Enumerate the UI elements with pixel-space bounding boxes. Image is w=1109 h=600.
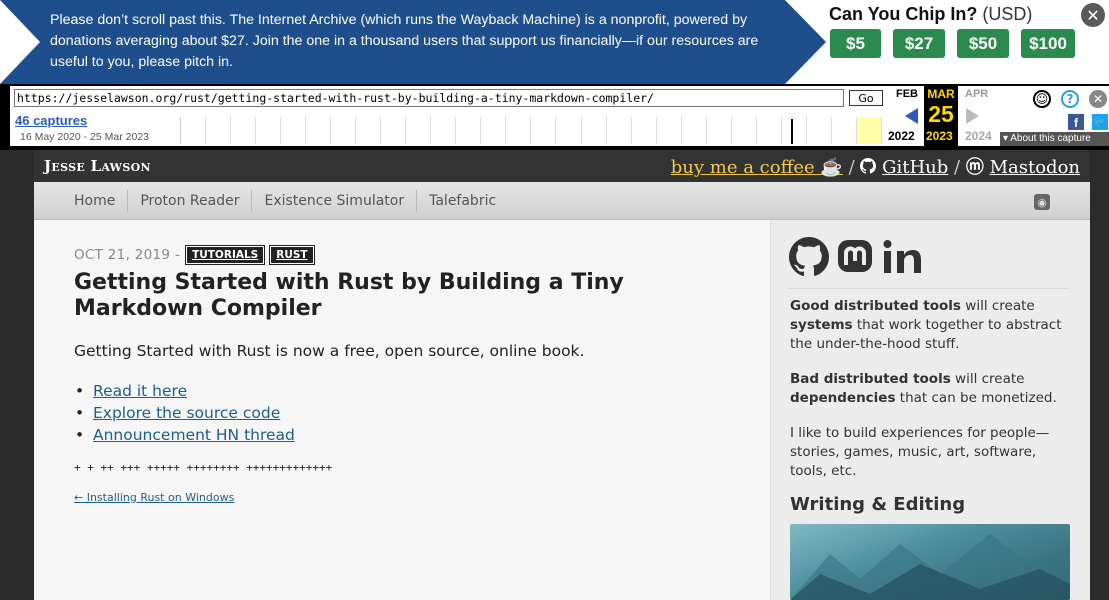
next-month: APR	[965, 88, 989, 100]
sidebar-paragraph-3: I like to build experiences for people—s…	[790, 425, 1050, 479]
mastodon-link[interactable]: Mastodon	[990, 157, 1080, 178]
header-separator-2: /	[954, 157, 961, 178]
donation-ask: Can You Chip In? (USD)	[829, 4, 1032, 25]
about-capture-button[interactable]: ▾ About this capture	[1000, 132, 1109, 146]
buy-coffee-link[interactable]: buy me a coffee ☕	[671, 157, 843, 178]
post-date: OCT 21, 2019 -	[74, 247, 181, 263]
list-item: Explore the source code	[75, 402, 295, 424]
post-links: Read it here Explore the source code Ann…	[75, 380, 295, 446]
facebook-icon[interactable]: f	[1068, 114, 1084, 130]
nav-item-proton-reader[interactable]: Proton Reader	[128, 190, 253, 212]
donation-message: Please don’t scroll past this. The Inter…	[50, 12, 759, 70]
plus-divider: + + ++ +++ +++++ ++++++++ +++++++++++++	[74, 461, 333, 474]
prev-month-link[interactable]: FEB	[896, 88, 918, 100]
nav-item-existence-simulator[interactable]: Existence Simulator	[252, 190, 418, 212]
next-year: 2024	[965, 129, 992, 143]
tag-tutorials[interactable]: TUTORIALS	[185, 245, 266, 265]
close-toolbar-icon[interactable]: ✕	[1089, 90, 1107, 108]
wayback-url-input[interactable]: https://jesselawson.org/rust/getting-sta…	[14, 89, 844, 107]
sidebar-paragraph-2: Bad distributed tools will create depend…	[790, 371, 1057, 406]
site-header: Jesse Lawson buy me a coffee ☕ / GitHub …	[34, 150, 1090, 182]
github-link[interactable]: GitHub	[882, 157, 948, 178]
header-links: buy me a coffee ☕ / GitHub / ⓜ Mastodon	[671, 153, 1080, 179]
sidebar-paragraph-1: Good distributed tools will create syste…	[790, 298, 1062, 352]
nav-item-talefabric[interactable]: Talefabric	[417, 190, 508, 212]
user-icon[interactable]: ☺	[1033, 90, 1051, 108]
main-nav: Home Proton Reader Existence Simulator T…	[34, 182, 1090, 220]
article: OCT 21, 2019 - TUTORIALS RUST Getting St…	[34, 220, 770, 600]
help-icon[interactable]: ?	[1061, 90, 1079, 108]
captures-range: 16 May 2020 - 25 Mar 2023	[20, 131, 149, 143]
read-it-here-link[interactable]: Read it here	[93, 382, 187, 400]
social-icons	[789, 234, 925, 280]
close-banner-icon[interactable]: ✕	[1081, 3, 1105, 27]
post-title: Getting Started with Rust by Building a …	[74, 270, 624, 321]
donation-amounts: $5 $27 $50 $100	[830, 29, 1075, 58]
list-item: Announcement HN thread	[75, 424, 295, 446]
github-icon	[860, 157, 882, 178]
writing-image[interactable]	[790, 524, 1070, 600]
prev-year-link[interactable]: 2022	[888, 129, 915, 143]
current-day: 25	[928, 101, 954, 127]
github-icon[interactable]	[789, 237, 829, 277]
donation-currency: (USD)	[982, 4, 1033, 24]
twitter-icon[interactable]: 🐦	[1092, 114, 1108, 130]
tag-rust[interactable]: RUST	[269, 245, 315, 265]
captures-link[interactable]: 46 captures	[15, 113, 87, 128]
site-logo[interactable]: Jesse Lawson	[44, 157, 151, 175]
donate-5-button[interactable]: $5	[830, 29, 881, 58]
writing-editing-heading: Writing & Editing	[790, 494, 966, 515]
wayback-inner: https://jesselawson.org/rust/getting-sta…	[10, 84, 1109, 146]
site-logo-text[interactable]: Jesse Lawson	[44, 157, 151, 175]
current-month: MAR	[927, 87, 955, 101]
hn-thread-link[interactable]: Announcement HN thread	[93, 426, 295, 444]
mastodon-icon[interactable]	[835, 237, 875, 277]
rss-icon[interactable]: ◉	[1034, 194, 1050, 210]
current-year: 2023	[926, 129, 953, 143]
capture-tick	[791, 119, 793, 144]
donate-27-button[interactable]: $27	[893, 29, 945, 58]
donate-50-button[interactable]: $50	[957, 29, 1009, 58]
source-code-link[interactable]: Explore the source code	[93, 404, 280, 422]
post-lead: Getting Started with Rust is now a free,…	[74, 342, 585, 360]
nav-item-home[interactable]: Home	[62, 190, 129, 212]
header-separator: /	[848, 157, 855, 178]
wayback-go-button[interactable]: Go	[849, 90, 883, 106]
prev-capture-arrow-icon[interactable]	[905, 108, 918, 124]
donate-100-button[interactable]: $100	[1021, 29, 1075, 58]
donation-banner: Please don’t scroll past this. The Inter…	[0, 0, 1109, 84]
previous-post-link[interactable]: ← Installing Rust on Windows	[74, 491, 234, 504]
next-capture-arrow-icon	[966, 108, 979, 124]
donation-ask-title: Can You Chip In?	[829, 4, 978, 24]
sidebar-divider	[789, 288, 1069, 289]
wayback-toolbar: https://jesselawson.org/rust/getting-sta…	[0, 84, 1109, 150]
mastodon-icon: ⓜ	[965, 157, 984, 178]
sidebar: Good distributed tools will create syste…	[770, 220, 1090, 600]
linkedin-icon[interactable]	[881, 237, 925, 277]
capture-sparkline[interactable]	[180, 117, 882, 144]
post-meta: OCT 21, 2019 - TUTORIALS RUST	[74, 245, 315, 265]
list-item: Read it here	[75, 380, 295, 402]
